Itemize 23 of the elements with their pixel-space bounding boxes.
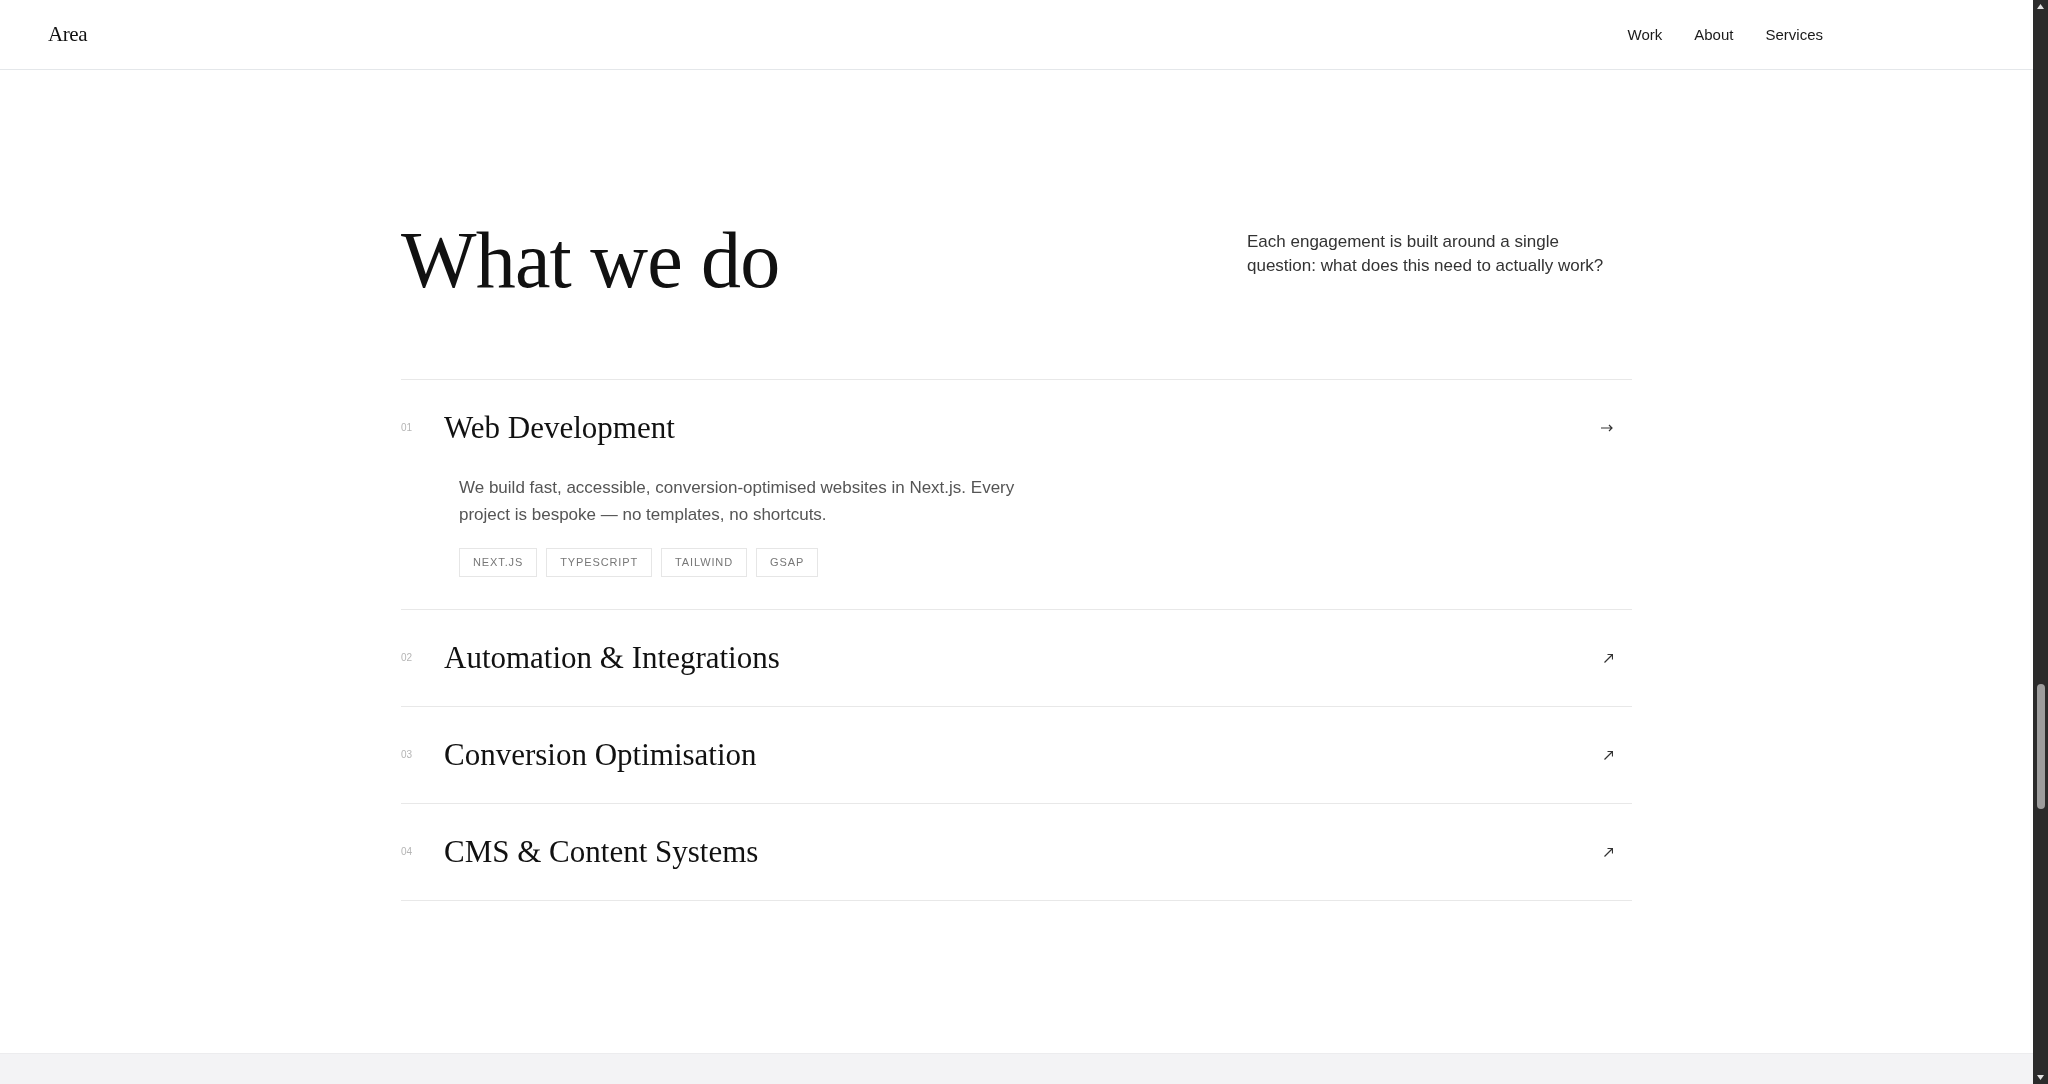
service-description: We build fast, accessible, conversion-optimised websites in Next.js. Every project is bespoke — no templates, no shortcuts. (459, 477, 1016, 526)
tech-tag: GSAP (756, 548, 819, 577)
service-title[interactable]: Web Development (444, 412, 675, 444)
service-title[interactable]: Automation & Integrations (444, 642, 780, 674)
tech-tag: NEXT.JS (459, 548, 538, 577)
scroll-up-icon[interactable] (2037, 4, 2044, 9)
service-number: 03 (401, 750, 414, 760)
scroll-down-icon[interactable] (2037, 1075, 2044, 1080)
scrollbar-thumb[interactable] (2036, 684, 2045, 809)
service-title[interactable]: Conversion Optimisation (444, 739, 757, 771)
service-number: 02 (401, 653, 414, 663)
tech-tag: TAILWIND (661, 548, 747, 577)
nav-link[interactable]: Services (1765, 27, 1823, 42)
section-title: What we do (401, 220, 780, 300)
scrollbar[interactable] (2033, 0, 2048, 1084)
nav-link[interactable]: About (1694, 27, 1734, 42)
service-number: 04 (401, 847, 414, 857)
nav-link[interactable]: Work (1627, 27, 1663, 42)
service-title[interactable]: CMS & Content Systems (444, 836, 759, 868)
logo[interactable]: Area (48, 24, 88, 45)
section-intro: Each engagement is built around a single question: what does this need to actually work? (1247, 231, 1605, 277)
tech-tag: TYPESCRIPT (546, 548, 653, 577)
service-number: 01 (401, 423, 414, 433)
